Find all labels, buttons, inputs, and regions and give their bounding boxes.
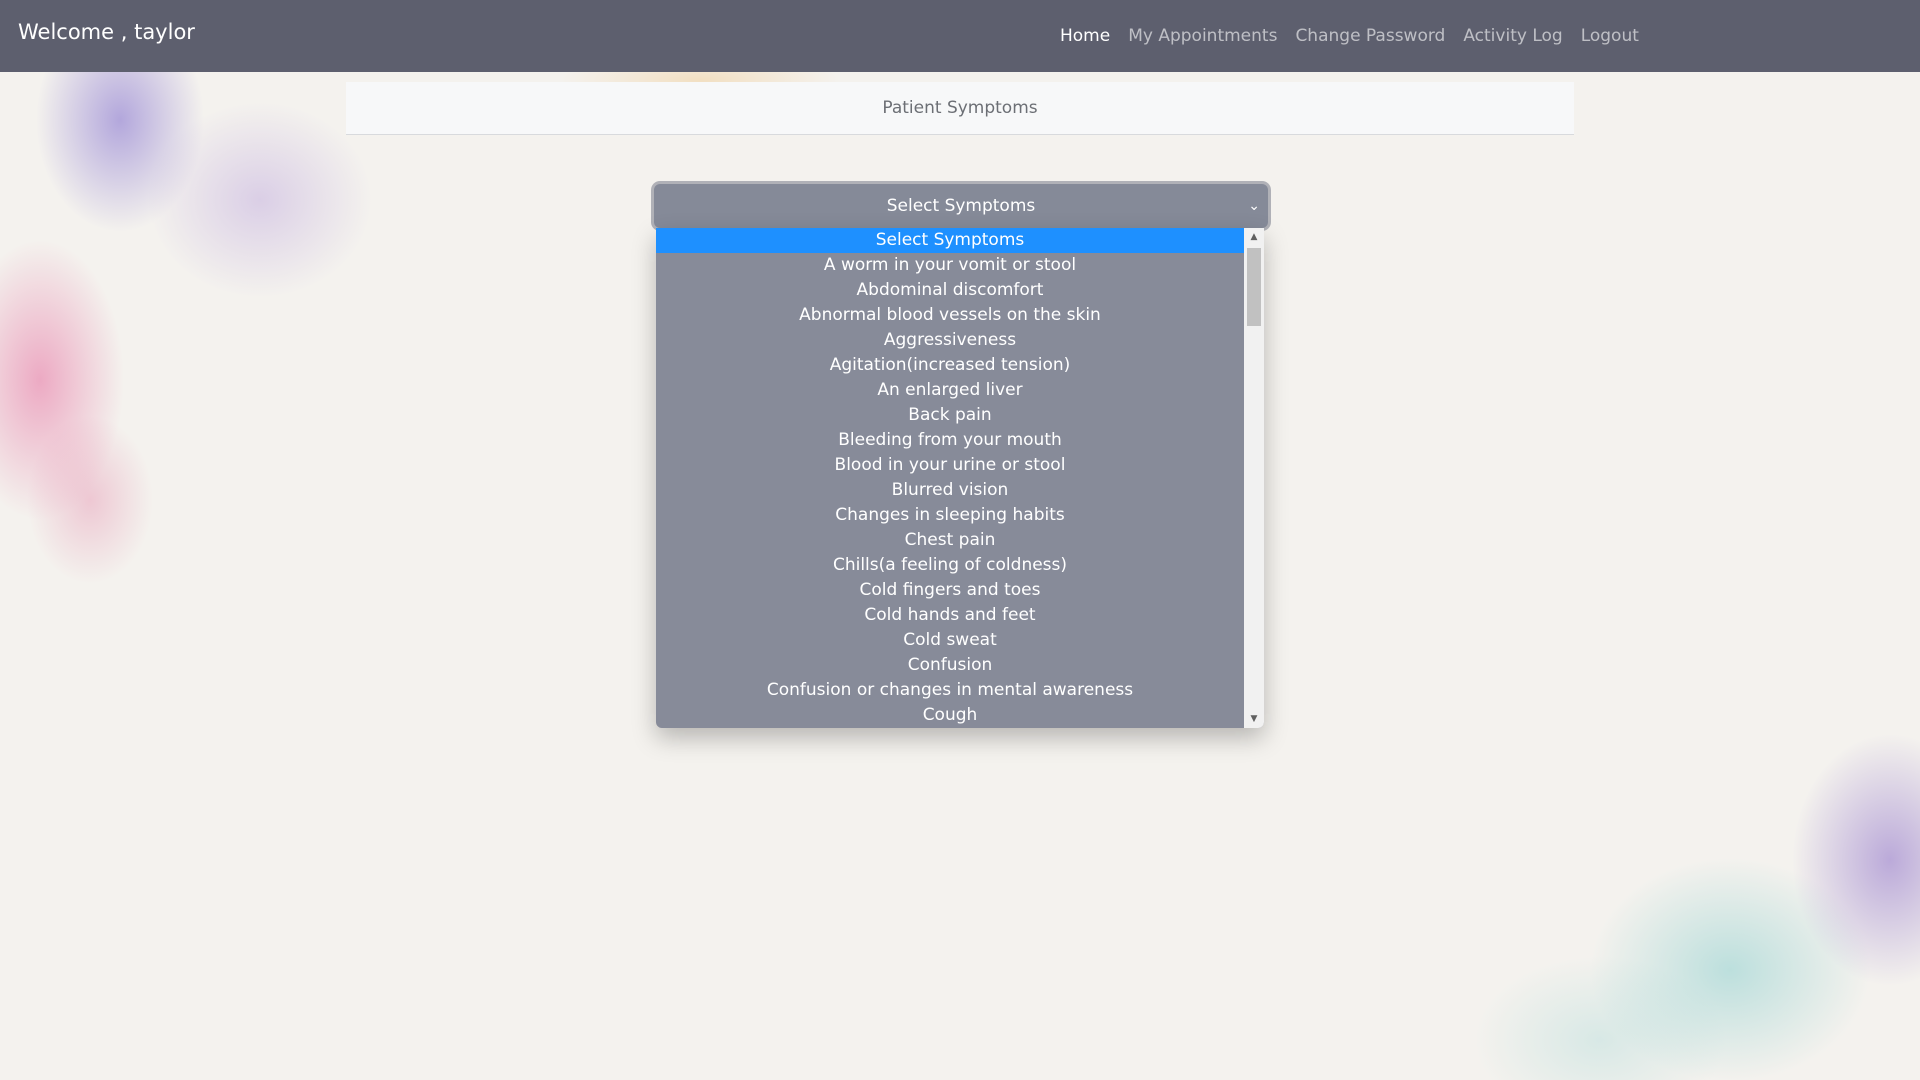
symptom-option[interactable]: Cold fingers and toes: [656, 578, 1244, 603]
nav-link-my-appointments[interactable]: My Appointments: [1128, 24, 1277, 48]
symptoms-options: Select Symptoms A worm in your vomit or …: [656, 228, 1244, 728]
symptom-option[interactable]: A worm in your vomit or stool: [656, 253, 1244, 278]
symptoms-select-value: Select Symptoms: [886, 196, 1036, 216]
symptom-option[interactable]: Confusion or changes in mental awareness: [656, 678, 1244, 703]
welcome-brand[interactable]: Welcome , taylor: [18, 19, 195, 45]
symptom-option[interactable]: An enlarged liver: [656, 378, 1244, 403]
chevron-down-icon: ⌄: [1248, 198, 1260, 214]
symptom-option[interactable]: Back pain: [656, 403, 1244, 428]
nav-link-activity-log[interactable]: Activity Log: [1463, 24, 1562, 48]
patient-symptoms-header: Patient Symptoms: [346, 82, 1574, 135]
symptom-option[interactable]: Blood in your urine or stool: [656, 453, 1244, 478]
nav-link-logout[interactable]: Logout: [1581, 24, 1639, 48]
scrollbar-thumb[interactable]: [1247, 248, 1261, 326]
symptom-option[interactable]: Aggressiveness: [656, 328, 1244, 353]
symptoms-dropdown-list[interactable]: Select Symptoms A worm in your vomit or …: [656, 228, 1264, 728]
nav-links: Home My Appointments Change Password Act…: [1060, 24, 1639, 48]
symptom-option[interactable]: Agitation(increased tension): [656, 353, 1244, 378]
symptom-option[interactable]: Cough: [656, 703, 1244, 728]
symptom-option-select-symptoms[interactable]: Select Symptoms: [656, 228, 1244, 253]
navbar: Welcome , taylor Home My Appointments Ch…: [0, 0, 1920, 72]
symptom-option[interactable]: Cold sweat: [656, 628, 1244, 653]
symptom-option[interactable]: Abdominal discomfort: [656, 278, 1244, 303]
symptom-option[interactable]: Cold hands and feet: [656, 603, 1244, 628]
symptom-option[interactable]: Bleeding from your mouth: [656, 428, 1244, 453]
symptom-option[interactable]: Abnormal blood vessels on the skin: [656, 303, 1244, 328]
symptoms-select[interactable]: Select Symptoms ⌄: [654, 184, 1268, 228]
symptom-option[interactable]: Confusion: [656, 653, 1244, 678]
scroll-down-arrow-icon[interactable]: ▼: [1244, 710, 1264, 728]
symptom-option[interactable]: Blurred vision: [656, 478, 1244, 503]
nav-link-home[interactable]: Home: [1060, 24, 1110, 48]
symptom-option[interactable]: Chills(a feeling of coldness): [656, 553, 1244, 578]
nav-link-change-password[interactable]: Change Password: [1295, 24, 1445, 48]
symptom-option[interactable]: Chest pain: [656, 528, 1244, 553]
scroll-up-arrow-icon[interactable]: ▲: [1244, 228, 1264, 246]
dropdown-scrollbar[interactable]: ▲ ▼: [1244, 228, 1264, 728]
symptom-option[interactable]: Changes in sleeping habits: [656, 503, 1244, 528]
